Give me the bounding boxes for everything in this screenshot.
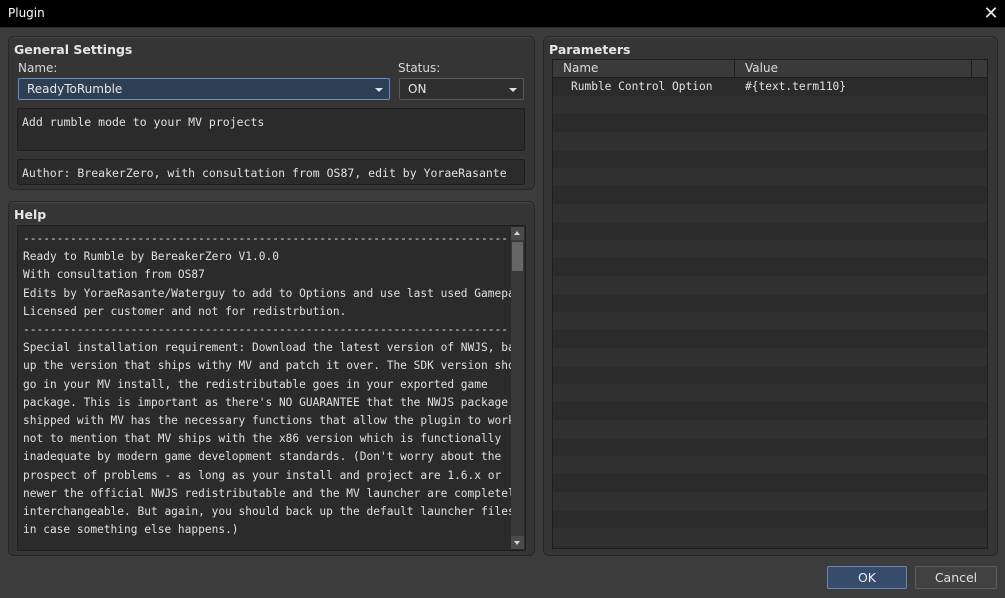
help-text: ----------------------------------------…	[23, 232, 511, 537]
table-row[interactable]	[553, 528, 987, 546]
author-text: Author: BreakerZero, with consultation f…	[22, 166, 507, 180]
table-row[interactable]	[553, 438, 987, 456]
table-row[interactable]	[553, 168, 987, 186]
table-row[interactable]	[553, 96, 987, 114]
table-row[interactable]	[553, 420, 987, 438]
chevron-down-icon	[509, 88, 517, 92]
name-dropdown[interactable]: ReadyToRumble	[18, 78, 390, 100]
arrow-up-icon	[514, 231, 520, 235]
arrow-down-icon	[514, 541, 520, 545]
table-row[interactable]	[553, 384, 987, 402]
table-row[interactable]	[553, 276, 987, 294]
title-bar: Plugin ✕	[0, 0, 1005, 28]
param-name-cell: Rumble Control Option	[571, 80, 713, 93]
column-header-name[interactable]: Name	[553, 60, 735, 77]
parameters-title: Parameters	[549, 42, 631, 57]
table-row[interactable]: Rumble Control Option #{text.term110}	[553, 78, 987, 96]
table-row[interactable]	[553, 492, 987, 510]
general-settings-panel: General Settings Name: Status: ReadyToRu…	[8, 36, 535, 190]
general-settings-title: General Settings	[14, 42, 133, 57]
ok-button[interactable]: OK	[827, 566, 907, 589]
table-body: Rumble Control Option #{text.term110}	[553, 78, 987, 546]
author-field: Author: BreakerZero, with consultation f…	[17, 159, 525, 185]
table-row[interactable]	[553, 222, 987, 240]
chevron-down-icon	[375, 88, 383, 92]
table-row[interactable]	[553, 402, 987, 420]
table-row[interactable]	[553, 474, 987, 492]
name-label: Name:	[18, 61, 58, 75]
table-row[interactable]	[553, 204, 987, 222]
table-row[interactable]	[553, 186, 987, 204]
table-row[interactable]	[553, 366, 987, 384]
table-row[interactable]	[553, 456, 987, 474]
table-row[interactable]	[553, 240, 987, 258]
table-row[interactable]	[553, 150, 987, 168]
table-row[interactable]	[553, 114, 987, 132]
scroll-up-button[interactable]	[511, 227, 524, 240]
name-value: ReadyToRumble	[27, 82, 123, 96]
table-row[interactable]	[553, 330, 987, 348]
table-row[interactable]	[553, 294, 987, 312]
table-row[interactable]	[553, 312, 987, 330]
help-panel: Help -----------------------------------…	[8, 201, 535, 556]
parameters-table[interactable]: Name Value Rumble Control Option #{text.t…	[552, 59, 988, 549]
status-label: Status:	[398, 61, 441, 75]
table-row[interactable]	[553, 132, 987, 150]
table-header: Name Value	[553, 60, 987, 78]
status-dropdown[interactable]: ON	[399, 78, 524, 100]
table-row[interactable]	[553, 510, 987, 528]
description-field[interactable]: Add rumble mode to your MV projects	[17, 108, 525, 151]
help-text-area[interactable]: ----------------------------------------…	[17, 225, 526, 551]
help-title: Help	[14, 207, 47, 222]
cancel-button[interactable]: Cancel	[915, 566, 997, 589]
help-scrollbar[interactable]	[511, 227, 524, 549]
scroll-down-button[interactable]	[511, 536, 524, 549]
status-value: ON	[408, 82, 427, 96]
table-row[interactable]	[553, 348, 987, 366]
table-row[interactable]	[553, 258, 987, 276]
close-icon[interactable]: ✕	[977, 0, 1005, 28]
param-value-cell: #{text.term110}	[745, 80, 847, 93]
column-header-value[interactable]: Value	[735, 60, 972, 77]
description-text: Add rumble mode to your MV projects	[22, 115, 265, 129]
scroll-thumb[interactable]	[512, 242, 523, 271]
window-title: Plugin	[8, 6, 45, 20]
